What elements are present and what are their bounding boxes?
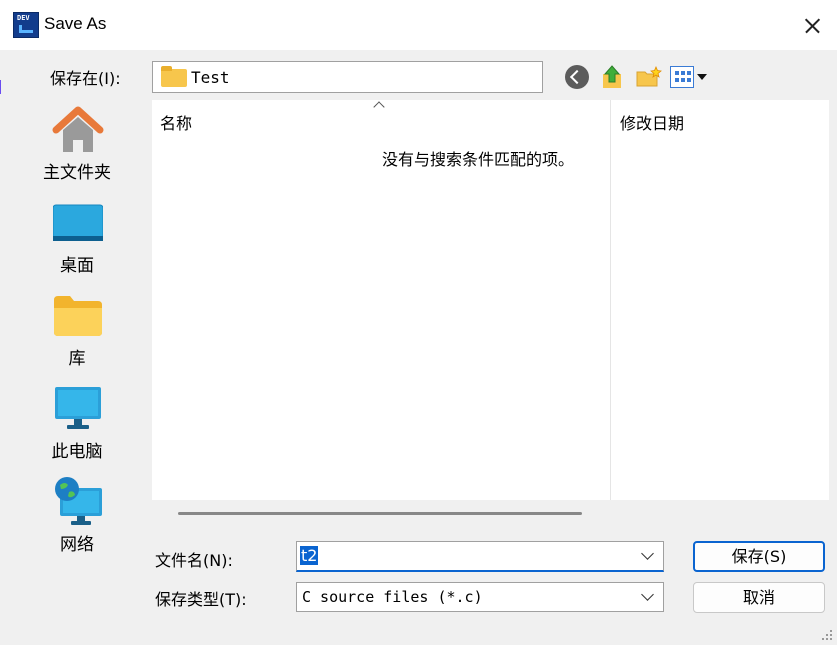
place-this-pc[interactable]: 此电脑 (8, 379, 146, 464)
view-dropdown-arrow-icon[interactable] (697, 74, 707, 80)
place-network[interactable]: 网络 (8, 472, 146, 557)
file-type-select[interactable]: C source files (*.c) (296, 582, 664, 612)
chevron-down-icon[interactable] (641, 547, 654, 560)
resize-grip-icon[interactable] (822, 630, 834, 642)
library-icon (54, 296, 102, 336)
file-name-label: 文件名(N): (155, 551, 233, 570)
place-label: 网络 (60, 535, 94, 555)
up-folder-icon[interactable] (600, 64, 624, 90)
home-icon (52, 106, 104, 152)
file-name-input[interactable]: t2 (296, 541, 664, 572)
file-type-label: 保存类型(T): (155, 590, 247, 609)
view-menu-icon[interactable] (670, 66, 694, 88)
window-title: Save As (44, 14, 107, 33)
close-button[interactable] (790, 8, 832, 44)
place-label: 库 (68, 349, 86, 369)
chevron-down-icon[interactable] (641, 588, 654, 601)
title-bar: DEV Save As (0, 0, 837, 50)
horizontal-scrollbar[interactable] (178, 512, 582, 515)
places-sidebar: 主文件夹 桌面 库 此电脑 网络 (8, 100, 146, 640)
window-edge-marker (0, 80, 5, 94)
place-label: 此电脑 (51, 442, 103, 462)
folder-icon (161, 66, 187, 87)
save-button[interactable]: 保存(S) (693, 541, 825, 572)
empty-list-message: 没有与搜索条件匹配的项。 (382, 150, 575, 169)
save-in-combobox[interactable]: Test (152, 61, 688, 93)
place-label: 主文件夹 (43, 163, 111, 183)
back-icon[interactable] (565, 65, 589, 89)
column-header-date-modified[interactable]: 修改日期 (620, 110, 684, 134)
place-label: 桌面 (60, 256, 94, 276)
sort-ascending-icon (373, 101, 385, 113)
save-in-label: 保存在(I): (50, 69, 121, 88)
current-folder-name: Test (191, 68, 230, 87)
place-library[interactable]: 库 (8, 286, 146, 371)
desktop-icon (53, 204, 103, 241)
network-icon (55, 477, 102, 525)
file-type-value: C source files (*.c) (302, 588, 483, 606)
new-folder-icon[interactable] (636, 65, 662, 88)
cancel-button[interactable]: 取消 (693, 582, 825, 613)
column-header-name[interactable]: 名称 (160, 110, 192, 134)
place-desktop[interactable]: 桌面 (8, 193, 146, 278)
dev-cpp-app-icon: DEV (13, 12, 39, 38)
file-list-view[interactable]: 名称 修改日期 没有与搜索条件匹配的项。 (152, 100, 829, 500)
computer-icon (55, 387, 101, 429)
column-divider[interactable] (610, 100, 611, 500)
place-home[interactable]: 主文件夹 (8, 100, 146, 185)
file-name-value[interactable]: t2 (300, 546, 319, 565)
